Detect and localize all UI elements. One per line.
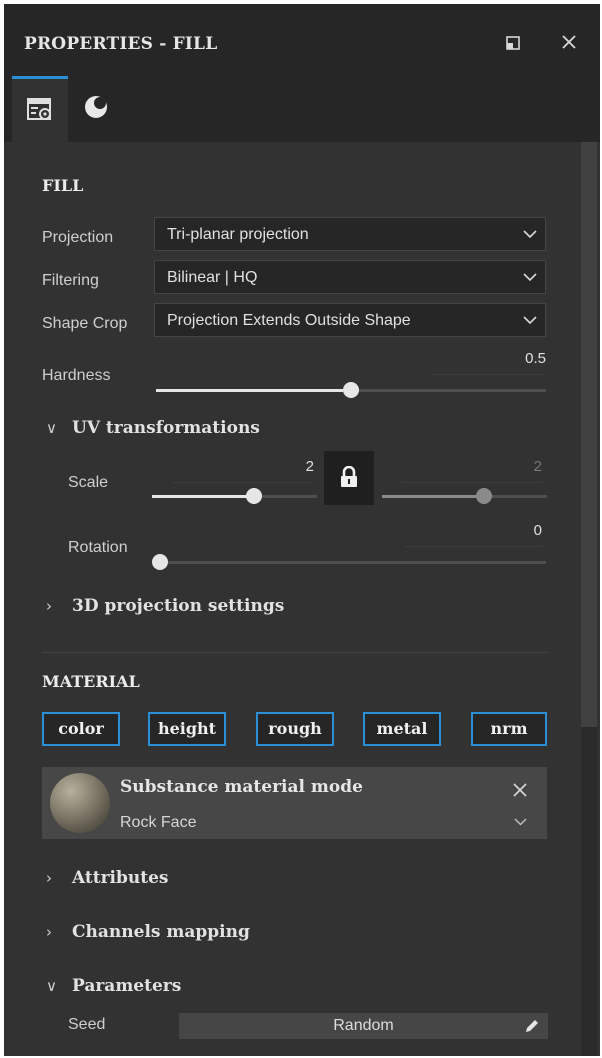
chevron-right-icon: › [46,597,52,615]
lock-icon [341,466,357,487]
material-mode-title: Substance material mode [120,777,363,797]
pencil-icon [526,1020,538,1032]
chevron-right-icon: › [46,923,52,941]
fill-section-title: FILL [42,176,84,195]
material-card[interactable]: Substance material mode Rock Face [42,767,547,839]
3d-projection-settings-toggle[interactable]: › 3D projection settings [46,596,284,616]
parameters-toggle[interactable]: ∨ Parameters [46,976,181,996]
slider-handle[interactable] [246,488,262,504]
channels-mapping-toggle[interactable]: › Channels mapping [46,922,250,942]
chevron-down-icon: ∨ [46,977,57,995]
scrollbar[interactable] [581,142,597,1056]
seed-label: Seed [68,1016,106,1033]
uv-transformations-title: UV transformations [72,418,260,438]
material-thumbnail [50,773,110,833]
channel-metal-button[interactable]: metal [363,712,441,746]
channels-mapping-title: Channels mapping [72,922,250,942]
slider-fill [382,495,484,498]
scrollbar-thumb[interactable] [581,142,597,727]
channel-color-button[interactable]: color [42,712,120,746]
projection-dropdown[interactable]: Tri-planar projection [154,217,546,251]
chevron-down-icon: ∨ [46,419,57,437]
slider-handle[interactable] [152,554,168,570]
material-sphere-icon [85,96,107,118]
close-icon[interactable] [559,32,579,52]
tab-properties[interactable] [12,76,68,142]
scale-label: Scale [68,474,109,491]
uv-transformations-toggle[interactable]: ∨ UV transformations [46,418,260,438]
chevron-down-icon [523,273,537,282]
filtering-dropdown[interactable]: Bilinear | HQ [154,260,546,294]
slider-handle[interactable] [343,382,359,398]
slider-track [160,561,546,564]
attributes-toggle[interactable]: › Attributes [46,868,169,888]
shape-crop-dropdown[interactable]: Projection Extends Outside Shape [154,303,546,337]
rotation-label: Rotation [68,539,128,556]
chevron-right-icon: › [46,869,52,887]
material-name: Rock Face [120,814,197,831]
panel-header: PROPERTIES - FILL [4,4,600,76]
projection-label: Projection [42,229,114,246]
slider-fill [152,495,255,498]
scale-v-value-field: 2 [402,458,542,483]
projection-value: Tri-planar projection [167,226,309,243]
hardness-value-field[interactable]: 0.5 [432,350,546,375]
random-button-label: Random [333,1017,394,1034]
channel-height-button[interactable]: height [148,712,226,746]
hardness-label: Hardness [42,367,111,384]
filtering-label: Filtering [42,272,99,289]
chevron-down-icon [523,316,537,325]
channel-nrm-button[interactable]: nrm [471,712,547,746]
properties-settings-icon [27,98,51,120]
chevron-down-icon[interactable] [514,817,527,827]
3d-projection-settings-title: 3D projection settings [72,596,285,616]
channel-rough-button[interactable]: rough [256,712,334,746]
close-icon[interactable] [511,781,529,799]
attributes-title: Attributes [72,868,169,888]
filtering-value: Bilinear | HQ [167,269,258,286]
shape-crop-value: Projection Extends Outside Shape [167,312,411,329]
scale-lock-button[interactable] [324,451,374,505]
float-window-icon[interactable] [506,36,520,50]
rotation-value-field[interactable]: 0 [404,522,542,547]
chevron-down-icon [523,230,537,239]
parameters-title: Parameters [72,976,182,996]
slider-handle [476,488,492,504]
panel-title: PROPERTIES - FILL [24,34,218,54]
random-seed-button[interactable]: Random [179,1013,548,1039]
scale-u-value-field[interactable]: 2 [172,458,314,483]
shape-crop-label: Shape Crop [42,315,128,332]
properties-panel: PROPERTIES - FILL FILL Projection Tri-pl… [4,4,600,1056]
tab-material[interactable] [68,76,124,142]
section-divider [42,652,547,653]
slider-fill [156,389,343,392]
material-section-title: MATERIAL [42,672,140,691]
